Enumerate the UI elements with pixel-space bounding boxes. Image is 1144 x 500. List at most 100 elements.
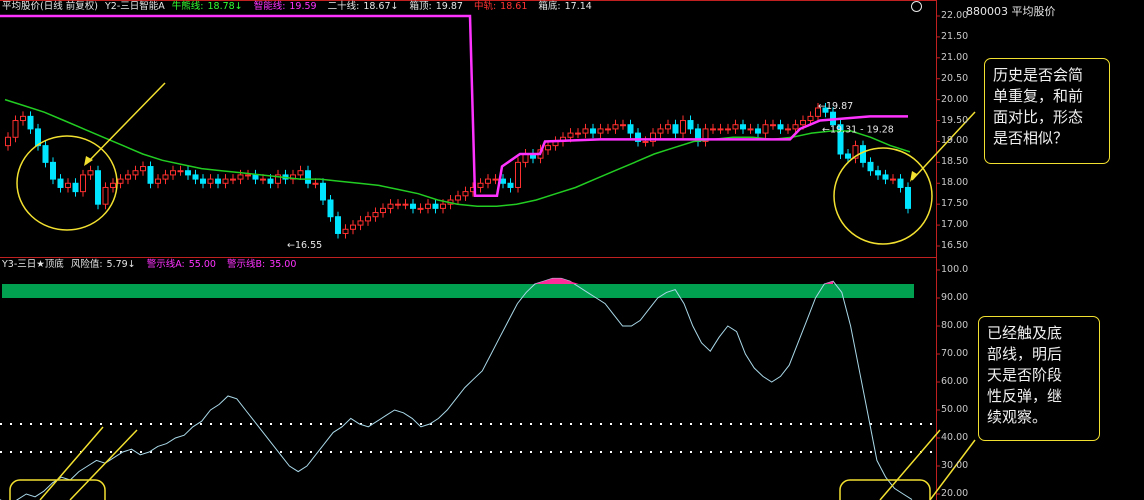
- range-annotation: ←19.31 - 19.28: [822, 124, 894, 135]
- chart-title: 平均股价(日线 前复权): [2, 1, 98, 12]
- note-line: 是否相似？: [993, 129, 1069, 147]
- candle-up: [365, 216, 371, 222]
- highlight-box: [839, 479, 931, 500]
- overbought-highlight: [534, 278, 579, 284]
- candle-up: [372, 212, 379, 218]
- candle-up: [387, 203, 394, 209]
- price-tick-label: 17.50: [941, 198, 969, 210]
- candle-down: [845, 153, 851, 159]
- warn-a-value: 55.00: [188, 259, 216, 270]
- candle-up: [785, 128, 791, 131]
- indicator-tick-label: 40.00: [941, 432, 969, 443]
- settings-icon[interactable]: [911, 1, 922, 12]
- candle-down: [432, 203, 439, 209]
- candle-down: [867, 161, 874, 172]
- candle-up: [207, 178, 214, 184]
- candle-down: [57, 178, 64, 188]
- price-gridlines: [0, 15, 940, 495]
- candle-up: [462, 191, 469, 197]
- candle-up: [245, 174, 251, 177]
- candle-down: [252, 174, 259, 180]
- candle-up: [312, 182, 319, 185]
- arrow-line: [879, 429, 941, 500]
- candle-up: [710, 128, 716, 131]
- candle-down: [740, 124, 746, 130]
- price-tick-label: 21.00: [941, 51, 969, 63]
- candle-down: [672, 124, 679, 134]
- risk-value: 5.79↓: [106, 259, 136, 270]
- candle-up: [155, 178, 161, 184]
- candle-down: [335, 216, 341, 234]
- smart-line-label: 智能线:: [253, 1, 286, 12]
- indicator-tick-label: 30.00: [941, 460, 969, 471]
- green-band: [2, 284, 914, 298]
- candle-up: [417, 207, 424, 210]
- candle-down: [897, 178, 904, 188]
- middle-track-value: 18.61: [500, 1, 528, 12]
- candle-down: [192, 174, 199, 180]
- warn-b-value: 35.00: [269, 259, 297, 270]
- candle-down: [267, 178, 274, 184]
- risk-indicator-line: [0, 277, 913, 500]
- smart-line: [0, 14, 908, 198]
- price-tick-label: 19.00: [941, 135, 969, 147]
- note-line: 已经触及底: [987, 324, 1063, 342]
- candle-down: [185, 170, 191, 176]
- candle-up: [117, 178, 124, 184]
- candle-up: [230, 178, 236, 181]
- annotation-note-bottom: 已经触及底 部线，明后 天是否阶段 性反弹，继 续观察。: [978, 316, 1100, 441]
- indicator-tick-label: 20.00: [941, 488, 969, 499]
- box-bottom-label: 箱底:: [538, 1, 561, 12]
- candle-up: [350, 224, 356, 230]
- candle-up: [762, 124, 769, 134]
- candle-up: [545, 145, 551, 151]
- note-line: 部线，明后: [987, 345, 1063, 363]
- note-line: 续观察。: [987, 408, 1048, 426]
- candle-down: [875, 170, 881, 176]
- box-top-label: 箱顶:: [409, 1, 432, 12]
- candle-down: [410, 203, 416, 209]
- candle-down: [755, 128, 761, 134]
- indicator-tick-label: 100.0: [941, 264, 969, 275]
- candle-up: [425, 203, 431, 209]
- note-line: 单重复，和前: [993, 87, 1084, 105]
- stock-chart-canvas[interactable]: ←19.87 ←19.31 - 19.28 ←16.55: [0, 0, 1144, 500]
- candle-up: [20, 115, 26, 122]
- candle-up: [237, 174, 244, 180]
- candle-down: [320, 182, 326, 201]
- candle-up: [567, 132, 574, 138]
- candle-down: [215, 178, 221, 184]
- candle-up: [657, 128, 664, 134]
- candle-up: [260, 178, 266, 181]
- twenty-line-value: 18.67↓: [363, 1, 399, 12]
- bottom-panel-title[interactable]: Y3-三日★顶底: [2, 259, 64, 270]
- price-tick-label: 22.00: [941, 10, 969, 21]
- candle-up: [297, 170, 304, 176]
- price-tick-label: 20.50: [941, 72, 969, 84]
- candle-down: [882, 174, 889, 180]
- note-line: 天是否阶段: [987, 366, 1063, 384]
- candle-up: [792, 124, 799, 130]
- candle-up: [65, 182, 71, 188]
- candle-up: [485, 178, 491, 184]
- price-tick-label: 18.50: [941, 156, 969, 168]
- indicator-name[interactable]: Y2-三日智能A: [105, 1, 165, 12]
- candle-up: [102, 186, 109, 205]
- candle-down: [27, 115, 34, 130]
- price-tick-label: 20.00: [941, 93, 969, 105]
- candle-down: [327, 199, 334, 218]
- low-annotation: ←16.55: [287, 240, 322, 251]
- candle-down: [860, 145, 866, 163]
- candle-up: [665, 124, 671, 130]
- middle-track-label: 中轨:: [473, 1, 497, 12]
- indicator-tick-label: 50.00: [941, 404, 969, 415]
- candle-down: [200, 178, 206, 184]
- arrow-line: [69, 429, 138, 500]
- candle-up: [357, 220, 364, 226]
- price-tick-label: 16.50: [941, 240, 969, 251]
- candle-down: [305, 170, 311, 184]
- candle-up: [440, 203, 446, 209]
- candle-down: [590, 128, 596, 134]
- bottom-panel-header: Y3-三日★顶底 风险值: 5.79↓ 警示线A: 55.00 警示线B: 35.00: [2, 259, 304, 271]
- candle-up: [177, 170, 184, 173]
